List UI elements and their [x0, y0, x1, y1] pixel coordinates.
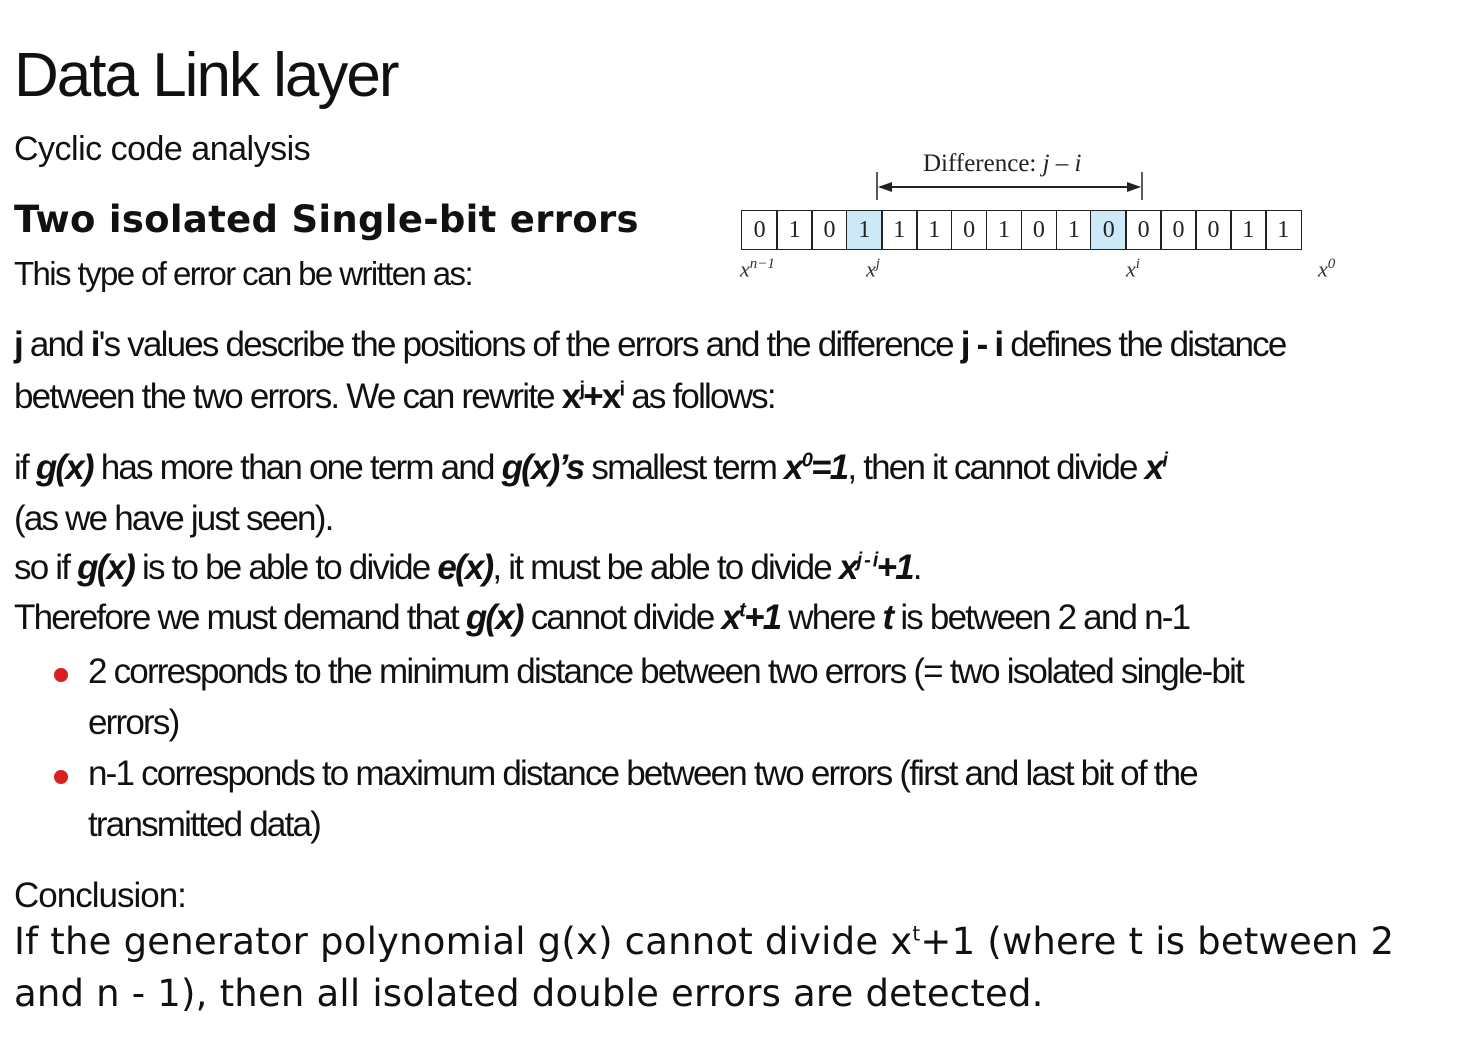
label-x-j: xj — [866, 256, 880, 282]
conclusion-label: Conclusion: — [14, 876, 187, 915]
bit-cell: 1 — [881, 210, 918, 250]
intro-text: This type of error can be written as: — [14, 255, 474, 292]
bullet-dot — [54, 668, 68, 682]
para2-line3: so if g(x) is to be able to divide e(x),… — [14, 548, 923, 587]
para1-line1: j and i's values describe the positions … — [14, 325, 1287, 364]
para2-line2: (as we have just seen). — [14, 499, 334, 538]
bit-cell: 0 — [811, 210, 848, 250]
para1-line2: between the two errors. We can rewrite x… — [14, 377, 777, 416]
bit-cell: 1 — [846, 210, 883, 250]
bit-cell: 0 — [741, 210, 778, 250]
bit-error-diagram: Difference: j – i 0101110101000011 xn−1 … — [738, 148, 1358, 298]
bullet-2-line1: n-1 corresponds to maximum distance betw… — [88, 754, 1199, 793]
para2-line1: if g(x) has more than one term and g(x)’… — [14, 448, 1168, 487]
bit-cell: 1 — [776, 210, 813, 250]
conclusion-line2: and n - 1), then all isolated double err… — [14, 972, 1044, 1015]
label-x-0: x0 — [1318, 256, 1336, 282]
bullet-1-line2: errors) — [88, 703, 180, 742]
conclusion-line1: If the generator polynomial g(x) cannot … — [14, 920, 1395, 963]
bit-row: 0101110101000011 — [741, 210, 1302, 250]
bit-cell: 0 — [1160, 210, 1197, 250]
bullet-2-line2: transmitted data) — [88, 805, 322, 844]
bit-cell: 1 — [1055, 210, 1093, 250]
bit-cell: 1 — [985, 210, 1023, 250]
bullet-1-line1: 2 corresponds to the minimum distance be… — [88, 652, 1245, 691]
bit-cell: 0 — [1125, 210, 1162, 250]
section-heading: Two isolated Single-bit errors — [14, 198, 639, 241]
bit-cell: 0 — [1020, 210, 1058, 250]
page-subtitle: Cyclic code analysis — [14, 130, 311, 168]
bullet-dot — [54, 770, 68, 784]
bit-cell: 0 — [950, 210, 988, 250]
bit-cell: 1 — [915, 210, 953, 250]
bit-cell: 0 — [1195, 210, 1232, 250]
bit-cell: 1 — [1265, 210, 1302, 250]
label-x-n-minus-1: xn−1 — [740, 256, 775, 282]
page-title: Data Link layer — [14, 41, 400, 110]
para2-line4: Therefore we must demand that g(x) canno… — [14, 598, 1191, 637]
bit-cell: 0 — [1090, 210, 1127, 250]
label-x-i: xi — [1126, 256, 1140, 282]
bit-cell: 1 — [1230, 210, 1267, 250]
difference-arrow — [876, 172, 1143, 200]
